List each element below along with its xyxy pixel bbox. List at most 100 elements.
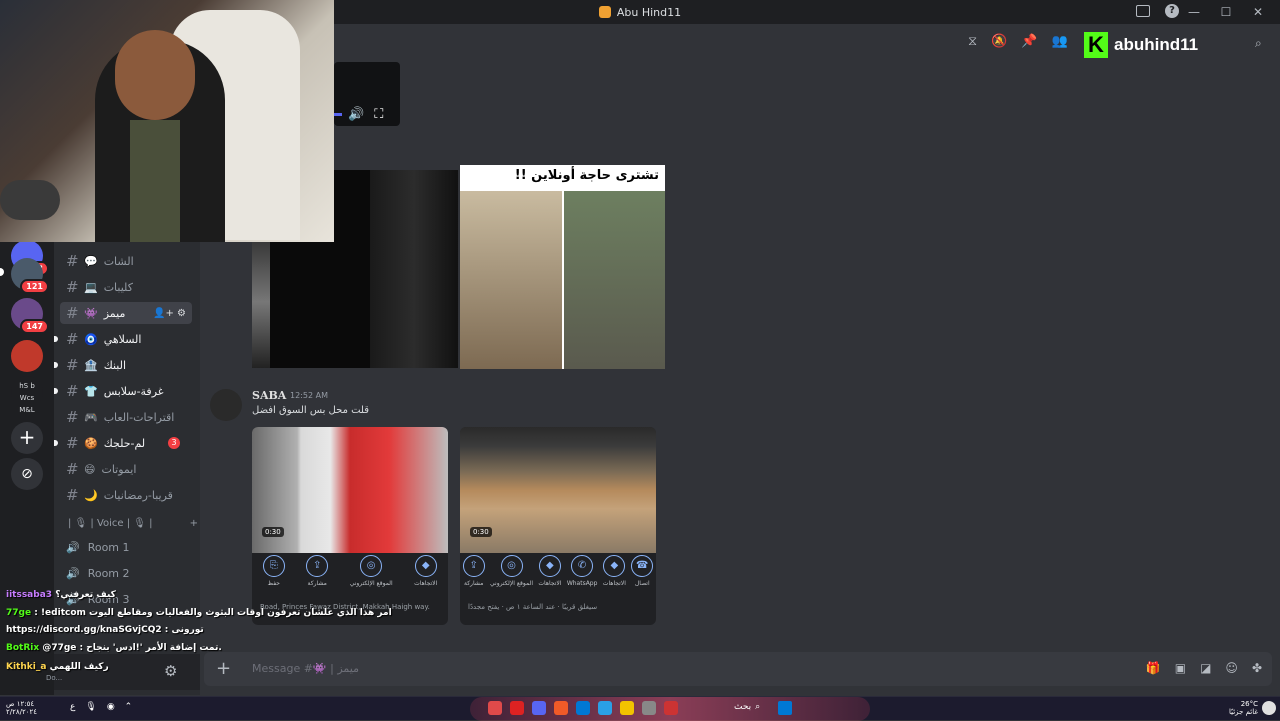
message-author[interactable]: SABA (252, 389, 286, 402)
globe-icon: ◎ (500, 555, 523, 577)
add-server-button[interactable]: + (11, 422, 43, 454)
meme-left-panel (460, 191, 562, 369)
website-action[interactable]: ◎ الموقع الإلكتروني (350, 555, 393, 587)
channel-salahi[interactable]: # 🧿 السلاهي (54, 328, 192, 350)
category-label: | 🎙 | Voice | 🎙 | (68, 518, 153, 529)
action-label: مشاركة (307, 580, 327, 587)
directions-action[interactable]: ◆ الاتجاهات (538, 555, 561, 587)
members-icon[interactable]: 👥 (1052, 34, 1068, 49)
explore-icon[interactable]: ⊘ (11, 458, 43, 490)
sticker-icon[interactable]: ◪ (1200, 661, 1211, 675)
search-icon[interactable]: ⌕ (1255, 36, 1262, 51)
hash-icon: # (66, 356, 79, 374)
map-card-1[interactable]: 0:30 ⎘ حفظ ⇪ مشاركة ◎ الموقع الإلكتروني ◆ ال… (252, 427, 448, 625)
app-icon[interactable] (664, 701, 678, 715)
channel-memes[interactable]: # 👾 ميمز 👤+ ⚙ (60, 302, 192, 324)
microphone-icon[interactable]: 🎙 (85, 702, 96, 712)
app-icon[interactable] (510, 701, 524, 715)
directions-action[interactable]: ◆ الاتجاهات (414, 555, 437, 587)
chevron-up-icon[interactable]: ⌃ (125, 702, 133, 712)
save-action[interactable]: ⎘ حفظ (262, 555, 285, 587)
window-title: Abu Hind11 (598, 5, 682, 19)
directions-action-2[interactable]: ◆ الاتجاهات (603, 555, 626, 587)
taskbar-clock[interactable]: ١٢:٥٤ ص ٢/٢٨/٢٠٢٤ (6, 700, 37, 716)
mention-badge: 3 (168, 437, 180, 449)
message-composer[interactable]: + Message #👾 | ميمز 🎁 ▣ ◪ ☺ ✤ (204, 652, 1272, 686)
close-button[interactable]: ✕ (1242, 5, 1274, 19)
chat-text: ركيف اللهمي (49, 662, 109, 672)
channel-name: لم-حلجك (103, 436, 146, 450)
hash-icon: # (66, 486, 79, 504)
emoji-icon[interactable]: ☺ (1225, 661, 1238, 675)
share-action[interactable]: ⇪ مشاركة (462, 555, 485, 587)
discord-app: Abu Hind11 ? — ☐ ✕ ⧖ 🔕 📌 👥 K abuhind11 ⌕… (0, 0, 1280, 721)
window-title-text: Abu Hind11 (616, 5, 682, 19)
voice-room-name: Room 2 (87, 566, 130, 580)
streamer-name: abuhind11 (1114, 35, 1199, 54)
clock-date: ٢/٢٨/٢٠٢٤ (6, 708, 38, 716)
pin-icon[interactable]: 📌 (1021, 34, 1037, 49)
fullscreen-icon[interactable]: ⛶ (374, 107, 383, 122)
volume-icon[interactable]: 🔊 (348, 107, 364, 122)
channel-emoji: 🍪 (84, 436, 98, 450)
gif-icon[interactable]: ▣ (1175, 661, 1186, 675)
share-action[interactable]: ⇪ مشاركة (306, 555, 329, 587)
action-label: حفظ (267, 580, 280, 587)
apps-icon[interactable]: ✤ (1252, 661, 1262, 675)
app-icon[interactable] (576, 701, 590, 715)
channel-bank[interactable]: # 🏦 البنك (54, 354, 192, 376)
chat-message: Kithki_a ركيف اللهمي (6, 662, 109, 672)
video-embed[interactable]: 🔊 ⛶ (334, 62, 400, 126)
channel-game-suggestions[interactable]: # 🎮 اقتراحات-العاب (60, 406, 192, 428)
speaker-icon: 🔊 (66, 540, 80, 554)
network-icon[interactable]: ◉ (107, 702, 115, 712)
folder-icon[interactable] (620, 701, 634, 715)
hash-icon: # (66, 382, 79, 400)
server-icon[interactable] (11, 340, 43, 372)
edge-icon[interactable] (598, 701, 612, 715)
language-indicator[interactable]: ع (70, 702, 75, 712)
hash-icon: # (66, 278, 79, 296)
website-action[interactable]: ◎ الموقع الإلكتروني (490, 555, 533, 587)
server-icon[interactable]: 121 (11, 258, 49, 294)
channel-emoji: 😄 (84, 462, 96, 476)
server-icon[interactable]: 147 (11, 298, 49, 334)
minimize-button[interactable]: — (1178, 5, 1210, 19)
app-icon[interactable] (642, 701, 656, 715)
inbox-icon[interactable] (1136, 5, 1150, 17)
channel-settings-icon[interactable]: 👤+ ⚙ (153, 308, 186, 319)
channel-name: البنك (103, 358, 127, 372)
weather-widget[interactable]: 26°C غائم جزئيًا (1229, 700, 1258, 716)
channel-chat[interactable]: # 💬 الشات (60, 250, 192, 272)
channel-lam-haljak[interactable]: # 🍪 لم-حلجك 3 (54, 432, 192, 454)
call-action[interactable]: ☎ اتصال (631, 555, 654, 587)
avatar[interactable] (210, 389, 242, 421)
bookmark-icon: ⎘ (262, 555, 285, 577)
meme-image[interactable]: !! تشترى حاجة أونلاين (460, 165, 665, 369)
threads-icon[interactable]: ⧖ (968, 34, 977, 49)
voice-category[interactable]: | 🎙 | Voice | 🎙 | + (68, 518, 198, 529)
help-icon[interactable]: ? (1165, 4, 1179, 18)
map-card-2[interactable]: 0:30 ⇪ مشاركة ◎ الموقع الإلكتروني ◆ الاتجاه… (460, 427, 656, 625)
add-channel-icon[interactable]: + (190, 518, 198, 529)
server-folder[interactable]: hS b Wcs M&L (11, 376, 43, 414)
app-icon[interactable] (488, 701, 502, 715)
channel-clothes[interactable]: # 👕 غرفة-سلابس (54, 380, 192, 402)
start-icon[interactable] (778, 701, 792, 715)
taskbar-search[interactable]: بحث ⌕ (734, 702, 760, 712)
voice-room-2[interactable]: 🔊 Room 2 (62, 562, 192, 584)
action-label: الاتجاهات (414, 580, 438, 587)
channel-emotes[interactable]: # 😄 ايموتات (60, 458, 192, 480)
video-progress[interactable] (334, 113, 342, 116)
discord-app-icon[interactable] (532, 701, 546, 715)
mute-icon[interactable]: 🔕 (991, 34, 1007, 49)
message-input[interactable]: Message #👾 | ميمز (252, 662, 359, 675)
gift-icon[interactable]: 🎁 (1146, 661, 1161, 675)
channel-clips[interactable]: # 💻 كليبات (60, 276, 192, 298)
brave-icon[interactable] (554, 701, 568, 715)
voice-room-1[interactable]: 🔊 Room 1 (62, 536, 192, 558)
channel-ramadan[interactable]: # 🌙 قريبا-رمضانيات (60, 484, 192, 506)
maximize-button[interactable]: ☐ (1210, 5, 1242, 19)
share-icon: ⇪ (306, 555, 329, 577)
whatsapp-action[interactable]: ✆ WhatsApp (567, 555, 597, 587)
